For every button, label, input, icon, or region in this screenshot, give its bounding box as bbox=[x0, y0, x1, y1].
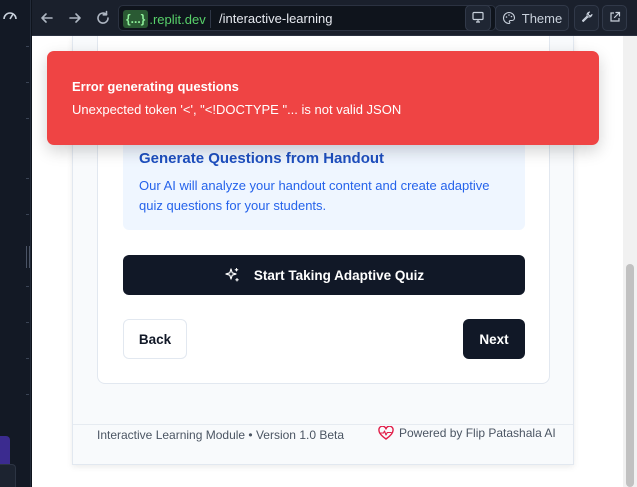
back-button[interactable]: Back bbox=[123, 319, 187, 359]
devtools-button[interactable] bbox=[574, 5, 599, 31]
toast-title: Error generating questions bbox=[72, 79, 239, 94]
toast-message: Unexpected token '<', "<!DOCTYPE "... is… bbox=[72, 102, 402, 117]
url-brackets: {...} bbox=[123, 10, 149, 28]
next-button[interactable]: Next bbox=[463, 319, 525, 359]
external-link-icon bbox=[608, 10, 622, 27]
wrench-icon bbox=[580, 10, 594, 27]
reload-icon[interactable] bbox=[94, 9, 112, 27]
monitor-icon bbox=[471, 10, 485, 27]
gauge-icon[interactable] bbox=[2, 8, 18, 24]
open-new-tab-button[interactable] bbox=[602, 5, 627, 31]
footer-powered-text: Powered by Flip Patashala AI bbox=[399, 426, 556, 440]
browser-toolbar: {...} .replit.dev /interactive-learning … bbox=[32, 0, 637, 36]
sparkles-icon bbox=[224, 267, 254, 283]
arrow-right-icon[interactable] bbox=[66, 9, 84, 27]
arrow-left-icon[interactable] bbox=[38, 9, 56, 27]
back-label: Back bbox=[138, 331, 172, 347]
url-domain-text: .replit.dev bbox=[149, 11, 206, 27]
start-quiz-label: Start Taking Adaptive Quiz bbox=[253, 267, 425, 283]
device-preview-button[interactable] bbox=[465, 5, 491, 31]
footer-version: Interactive Learning Module • Version 1.… bbox=[97, 428, 345, 442]
resize-handle[interactable] bbox=[26, 246, 30, 268]
url-divider bbox=[210, 10, 211, 28]
info-panel: Generate Questions from Handout Our AI w… bbox=[123, 133, 525, 230]
palette-icon bbox=[502, 11, 516, 25]
sidebar-bottom-tab[interactable] bbox=[0, 464, 16, 487]
start-quiz-button[interactable]: Start Taking Adaptive Quiz bbox=[123, 255, 525, 295]
info-description: Our AI will analyze your handout content… bbox=[139, 178, 490, 213]
workspace-sidebar bbox=[0, 0, 31, 487]
url-domain: {...} .replit.dev bbox=[123, 10, 206, 28]
next-label: Next bbox=[479, 331, 509, 347]
page-scrollbar-thumb[interactable] bbox=[626, 264, 634, 487]
sidebar-ticks bbox=[26, 40, 29, 420]
info-title: Generate Questions from Handout bbox=[139, 150, 385, 167]
url-path: /interactive-learning bbox=[219, 11, 333, 26]
page-scrollbar[interactable] bbox=[623, 36, 637, 487]
footer-divider bbox=[73, 424, 573, 425]
theme-label: Theme bbox=[521, 10, 563, 26]
address-bar[interactable]: {...} .replit.dev /interactive-learning bbox=[118, 5, 496, 31]
footer-powered-by: Powered by Flip Patashala AI bbox=[378, 426, 556, 440]
theme-button[interactable]: Theme bbox=[495, 5, 569, 31]
heart-pulse-icon bbox=[378, 426, 399, 440]
error-toast[interactable]: Error generating questions Unexpected to… bbox=[47, 51, 599, 145]
